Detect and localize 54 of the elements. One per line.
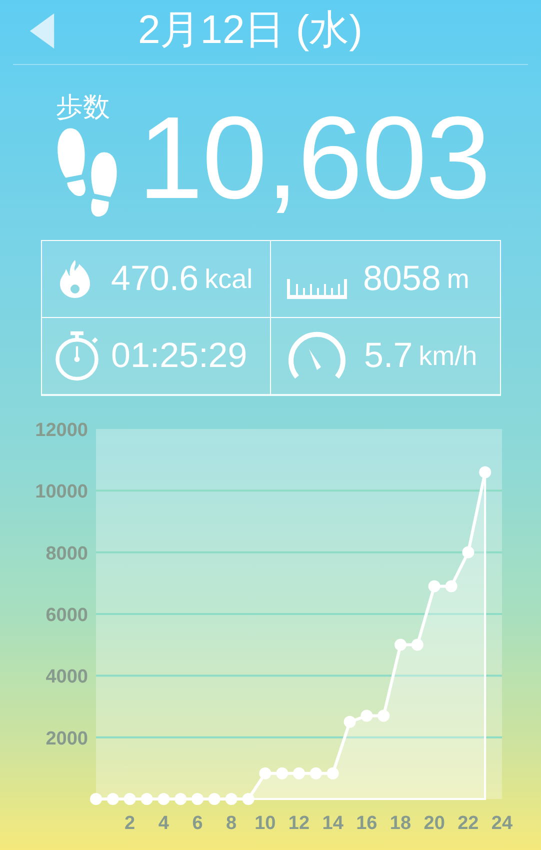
data-point (158, 793, 170, 805)
data-point (276, 767, 288, 780)
step-count: 10,603 (138, 98, 490, 216)
data-point (90, 793, 102, 805)
y-tick-label: 10000 (35, 482, 88, 503)
x-tick-label: 10 (254, 813, 276, 834)
stat-value: 470.6 (111, 259, 199, 299)
data-point (225, 793, 238, 805)
x-tick-label: 4 (158, 813, 169, 834)
data-point (242, 793, 254, 805)
stat-unit: kcal (204, 264, 253, 294)
x-tick-label: 12 (288, 813, 310, 834)
data-point (140, 793, 153, 805)
y-tick-label: 2000 (46, 728, 88, 750)
data-point (310, 767, 322, 780)
speedometer-icon (287, 331, 347, 381)
x-tick-label: 6 (192, 813, 203, 834)
data-point (326, 767, 339, 780)
data-point (124, 793, 136, 805)
x-tick-label: 14 (322, 813, 344, 834)
data-point (106, 793, 119, 805)
x-tick-label: 8 (226, 813, 237, 834)
data-point (259, 767, 272, 780)
data-point (192, 793, 204, 805)
data-point (479, 466, 492, 478)
stat-unit: km/h (418, 340, 478, 372)
date-title: 2月12日 (水) (138, 7, 362, 54)
y-tick-label: 8000 (46, 543, 88, 564)
data-point (208, 793, 220, 805)
data-point (174, 793, 187, 805)
stat-unit: m (446, 264, 470, 294)
data-point (428, 580, 440, 592)
data-point (378, 710, 390, 722)
data-point (462, 546, 474, 558)
data-point (445, 580, 458, 592)
y-tick-label: 6000 (46, 605, 88, 626)
stat-value: 5.7 (364, 336, 413, 376)
x-tick-label: 24 (491, 813, 513, 834)
stat-value: 01:25:29 (111, 336, 248, 376)
stopwatch-icon (53, 330, 101, 382)
data-point (394, 638, 406, 651)
stat-value: 8058 (363, 259, 441, 299)
y-tick-label: 4000 (46, 666, 88, 688)
data-point (411, 638, 424, 651)
data-point (293, 767, 305, 780)
x-tick-label: 22 (458, 813, 479, 834)
x-tick-label: 20 (424, 813, 445, 834)
y-tick-label: 12000 (35, 420, 88, 441)
data-point (360, 710, 373, 722)
x-tick-label: 16 (356, 813, 378, 834)
steps-label: 歩数 (56, 90, 110, 123)
x-tick-label: 18 (390, 813, 412, 834)
data-point (344, 716, 356, 728)
x-tick-label: 2 (124, 813, 136, 834)
